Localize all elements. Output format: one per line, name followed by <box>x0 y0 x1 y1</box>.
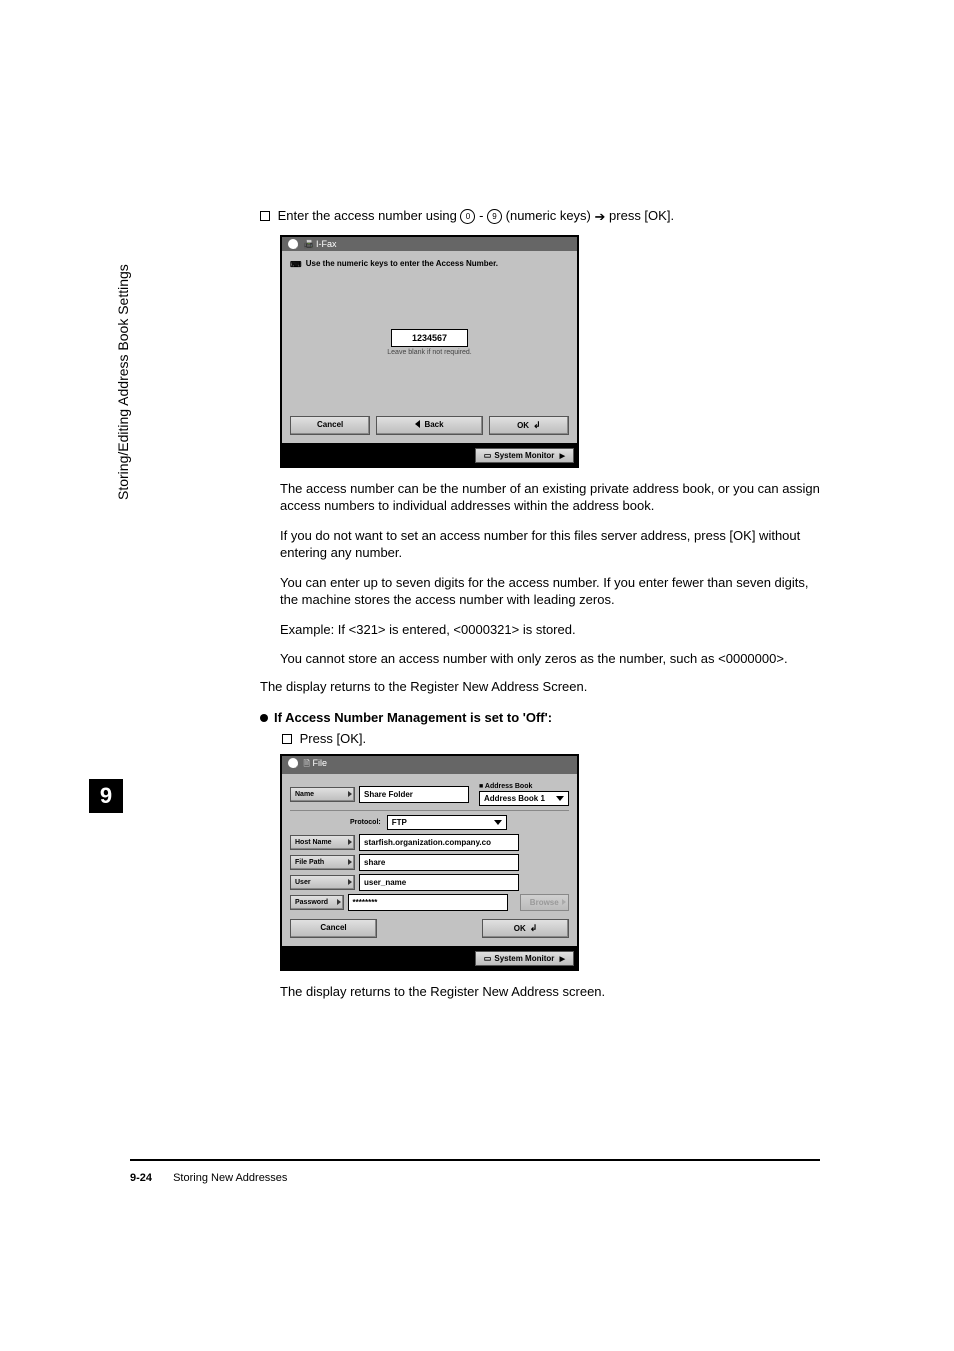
system-monitor-label: System Monitor <box>494 451 554 460</box>
intro-suffix: press [OK]. <box>609 208 674 223</box>
arrow-icon: ➔ <box>595 209 606 225</box>
chevron-right-icon <box>562 899 566 905</box>
chevron-down-icon <box>494 820 502 825</box>
ok-button-label: OK <box>517 421 529 430</box>
screenshot-access-number: 📠 I-Fax ⌨ Use the numeric keys to enter … <box>280 235 579 468</box>
divider <box>290 810 569 811</box>
chevron-right-icon <box>337 899 341 905</box>
numeric-key-0-icon: 0 <box>460 209 475 224</box>
password-input[interactable]: ******** <box>348 894 508 911</box>
intro-mid: (numeric keys) <box>506 208 595 223</box>
side-tab-label: Storing/Editing Address Book Settings <box>115 264 131 500</box>
protocol-value: FTP <box>392 818 407 827</box>
password-label: Password <box>295 899 328 906</box>
bullet-square-icon <box>282 734 292 744</box>
user-field-button[interactable]: User <box>290 875 355 890</box>
enter-icon: ↲ <box>530 923 538 934</box>
filepath-field-button[interactable]: File Path <box>290 855 355 870</box>
chapter-number: 9 <box>89 779 123 813</box>
user-label: User <box>295 879 311 886</box>
section-heading: If Access Number Management is set to 'O… <box>260 710 820 725</box>
system-monitor-button[interactable]: ▭System Monitor ▶ <box>475 448 574 463</box>
footer-rule <box>130 1159 820 1161</box>
password-field-button[interactable]: Password <box>290 895 344 910</box>
monitor-icon: ▭ <box>484 954 492 963</box>
address-book-label: ■ Address Book <box>479 783 532 790</box>
bullet-square-icon <box>260 211 270 221</box>
back-button-label: Back <box>424 420 443 429</box>
page-number: 9-24 <box>130 1172 152 1184</box>
press-ok-text: Press [OK]. <box>300 731 366 746</box>
gear-icon <box>288 758 298 768</box>
press-ok-line: Press [OK]. <box>282 731 820 746</box>
access-number-input[interactable]: 1234567 <box>391 329 468 347</box>
paragraph-6: The display returns to the Register New … <box>260 678 820 696</box>
section-heading-text: If Access Number Management is set to 'O… <box>274 710 552 725</box>
name-field-button[interactable]: Name <box>290 787 355 802</box>
fax-icon: 📠 <box>304 240 314 249</box>
page: Storing/Editing Address Book Settings 9 … <box>0 0 954 1351</box>
file-icon: 🗎 <box>304 759 310 768</box>
enter-icon: ↲ <box>533 420 541 431</box>
instruction-line: Enter the access number using 0 - 9 (num… <box>260 208 820 225</box>
chevron-right-icon <box>348 839 352 845</box>
ss2-footer: ▭System Monitor ▶ <box>282 946 577 969</box>
back-button[interactable]: Back <box>376 416 482 435</box>
chevron-right-icon: ▶ <box>560 453 565 460</box>
after-ss2-paragraph: The display returns to the Register New … <box>280 983 820 1001</box>
chevron-right-icon: ▶ <box>560 956 565 963</box>
chevron-right-icon <box>348 791 352 797</box>
ss1-titlebar: 📠 I-Fax <box>282 237 577 252</box>
ok-button[interactable]: OK ↲ <box>482 919 569 938</box>
ss1-body: ⌨ Use the numeric keys to enter the Acce… <box>282 251 577 442</box>
ss2-body: Name Share Folder ■ Address Book Address… <box>282 774 577 946</box>
filepath-input[interactable]: share <box>359 854 519 871</box>
name-label: Name <box>295 791 314 798</box>
ok-button[interactable]: OK ↲ <box>489 416 569 435</box>
hostname-field-button[interactable]: Host Name <box>290 835 355 850</box>
content-area: Enter the access number using 0 - 9 (num… <box>260 208 820 1008</box>
cancel-button[interactable]: Cancel <box>290 919 377 938</box>
name-input[interactable]: Share Folder <box>359 786 469 803</box>
monitor-icon: ▭ <box>484 451 492 460</box>
gear-icon <box>288 239 298 249</box>
address-book-select[interactable]: Address Book 1 <box>479 791 569 806</box>
ok-button-label: OK <box>514 924 526 933</box>
paragraph-5: You cannot store an access number with o… <box>280 650 820 668</box>
bullet-dot-icon <box>260 714 268 722</box>
chevron-down-icon <box>556 796 564 801</box>
ss2-title-text: File <box>312 758 327 768</box>
hostname-label: Host Name <box>295 839 332 846</box>
hostname-input[interactable]: starfish.organization.company.co <box>359 834 519 851</box>
paragraph-4: Example: If <321> is entered, <0000321> … <box>280 621 820 639</box>
protocol-label: Protocol: <box>350 819 381 826</box>
ss2-titlebar: 🗎 File <box>282 756 577 774</box>
keypad-icon: ⌨ <box>290 260 302 269</box>
address-book-value: Address Book 1 <box>484 794 545 803</box>
intro-prefix: Enter the access number using <box>278 208 461 223</box>
browse-label: Browse <box>530 898 559 907</box>
protocol-select[interactable]: FTP <box>387 815 507 830</box>
ss1-footer: ▭System Monitor ▶ <box>282 443 577 466</box>
paragraph-1: The access number can be the number of a… <box>280 480 820 515</box>
footer-section: Storing New Addresses <box>173 1172 287 1184</box>
cancel-button[interactable]: Cancel <box>290 416 370 435</box>
ss1-title-text: I-Fax <box>316 239 337 249</box>
screenshot-file-settings: 🗎 File Name Share Folder ■ Address Book … <box>280 754 579 971</box>
ss1-note: Leave blank if not required. <box>290 349 569 356</box>
user-input[interactable]: user_name <box>359 874 519 891</box>
chevron-right-icon <box>348 879 352 885</box>
paragraph-2: If you do not want to set an access numb… <box>280 527 820 562</box>
paragraph-3: You can enter up to seven digits for the… <box>280 574 820 609</box>
filepath-label: File Path <box>295 859 324 866</box>
ss1-instruction: Use the numeric keys to enter the Access… <box>306 259 498 268</box>
browse-button: Browse <box>520 894 569 911</box>
system-monitor-button[interactable]: ▭System Monitor ▶ <box>475 951 574 966</box>
numeric-key-9-icon: 9 <box>487 209 502 224</box>
back-arrow-icon <box>415 420 420 428</box>
chevron-right-icon <box>348 859 352 865</box>
system-monitor-label: System Monitor <box>494 954 554 963</box>
footer: 9-24 Storing New Addresses <box>130 1172 287 1184</box>
